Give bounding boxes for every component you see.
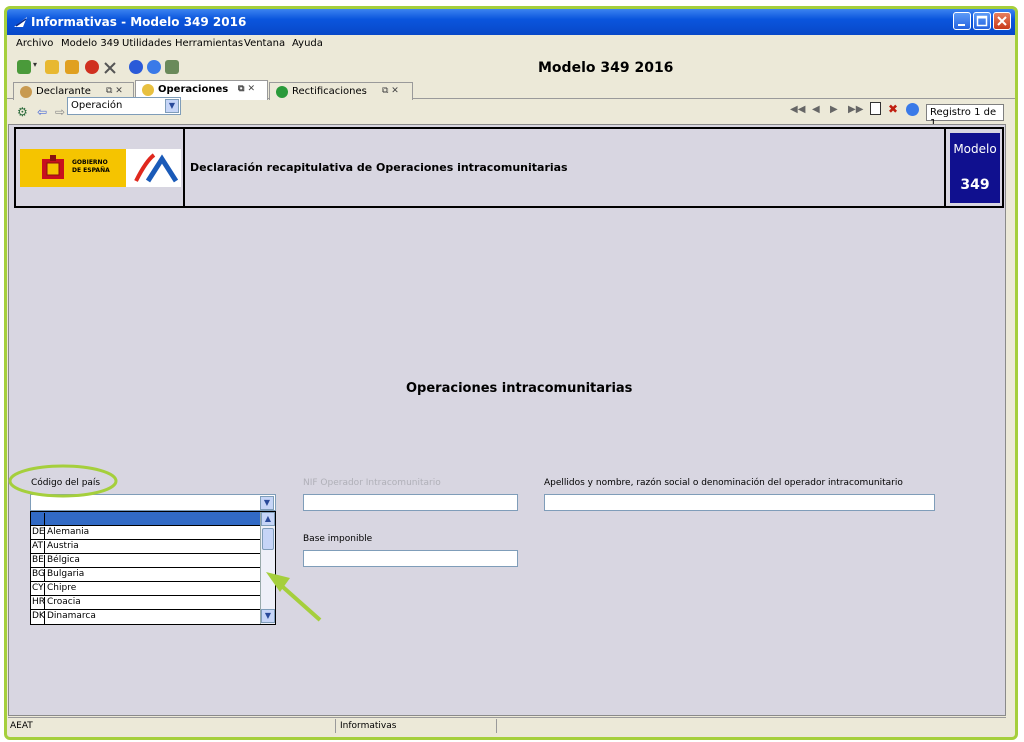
operator-name-label: Apellidos y nombre, razón social o denom… (544, 478, 903, 488)
app-logo-icon (14, 17, 27, 27)
list-item[interactable] (31, 512, 260, 526)
scroll-thumb[interactable] (262, 528, 274, 550)
taxable-base-input[interactable] (303, 550, 518, 567)
list-item[interactable]: BG Bulgaria (31, 568, 260, 582)
minimize-button[interactable] (953, 12, 971, 30)
list-item[interactable]: CY Chipre (31, 582, 260, 596)
help-record-icon[interactable] (906, 103, 919, 116)
government-logo: GOBIERNO DE ESPAÑA (20, 149, 126, 187)
menu-archivo[interactable]: Archivo (16, 38, 53, 49)
agency-logo: GOBIERNO DE ESPAÑA (20, 149, 181, 187)
nif-label: NIF Operador Intracomunitario (303, 478, 441, 488)
save-folder-icon[interactable] (65, 60, 79, 74)
tree-icon[interactable]: ⚙ (17, 105, 31, 119)
minimize-icon (958, 24, 965, 26)
tab-close-icon[interactable]: ⧉ ✕ (382, 86, 399, 96)
menu-bar: Archivo Modelo 349 Utilidades Herramient… (7, 35, 1015, 53)
maximize-button[interactable] (973, 12, 991, 30)
tab-label: Rectificaciones (292, 86, 367, 97)
exit-icon[interactable] (165, 60, 179, 74)
maximize-icon (976, 15, 988, 27)
form-panel (8, 124, 1006, 716)
tab-label: Declarante (36, 86, 91, 97)
scroll-down-icon[interactable]: ▼ (261, 609, 275, 623)
operaciones-icon (142, 84, 154, 96)
last-record-icon[interactable]: ▶▶ (848, 104, 863, 115)
declarante-icon (20, 86, 32, 98)
operation-select[interactable]: Operación ▼ (67, 97, 181, 115)
status-bar: AEAT Informativas (8, 717, 1006, 733)
back-arrow-icon[interactable]: ⇦ (37, 105, 47, 119)
chevron-down-icon[interactable]: ▼ (260, 496, 274, 510)
tab-rectificaciones[interactable]: Rectificaciones ⧉ ✕ (269, 82, 413, 100)
dropdown-arrow-icon[interactable]: ▾ (33, 60, 39, 74)
list-item[interactable]: DK Dinamarca (31, 610, 260, 624)
menu-modelo-349[interactable]: Modelo 349 (61, 38, 119, 49)
menu-ventana[interactable]: Ventana (244, 38, 285, 49)
country-dropdown-list[interactable]: DE Alemania AT Austria BE Bélgica BG Bul… (30, 511, 276, 625)
list-item[interactable]: HR Croacia (31, 596, 260, 610)
info-icon[interactable] (129, 60, 143, 74)
dropdown-scrollbar[interactable]: ▲ ▼ (260, 512, 275, 624)
menu-herramientas[interactable]: Herramientas (175, 38, 243, 49)
menu-ayuda[interactable]: Ayuda (292, 38, 323, 49)
title-bar: Informativas - Modelo 349 2016 (7, 9, 1015, 35)
list-item[interactable]: DE Alemania (31, 526, 260, 540)
tab-label: Operaciones (158, 84, 229, 95)
status-left: AEAT (10, 721, 33, 731)
previous-record-icon[interactable]: ◀ (812, 104, 820, 115)
tab-close-icon[interactable]: ⧉ ✕ (106, 86, 123, 96)
list-item[interactable]: BE Bélgica (31, 554, 260, 568)
operator-name-input[interactable] (544, 494, 935, 511)
aeat-logo-icon (134, 153, 178, 183)
status-divider (496, 719, 497, 733)
rectificaciones-icon (276, 86, 288, 98)
toolbar-model-title: Modelo 349 2016 (538, 60, 674, 76)
close-icon (997, 16, 1007, 26)
model-badge-number: 349 (960, 177, 990, 193)
scroll-up-icon[interactable]: ▲ (261, 512, 275, 526)
open-folder-icon[interactable] (45, 60, 59, 74)
model-badge-label: Modelo (953, 142, 997, 156)
tab-close-icon[interactable]: ⧉ ✕ (238, 84, 255, 94)
delete-record-icon[interactable]: ✖ (888, 102, 898, 116)
status-divider (335, 719, 336, 733)
operation-select-value: Operación (71, 100, 123, 111)
government-logo-text: GOBIERNO DE ESPAÑA (72, 159, 110, 174)
menu-utilidades[interactable]: Utilidades (122, 38, 172, 49)
country-code-select[interactable]: ▼ (30, 494, 276, 511)
logo-area: GOBIERNO DE ESPAÑA (16, 129, 185, 206)
tab-bar: Declarante ⧉ ✕ Operaciones ⧉ ✕ Rectifica… (7, 79, 1015, 100)
form-header: GOBIERNO DE ESPAÑA Declaración recapitul… (14, 127, 1004, 208)
model-badge: Modelo 349 (944, 129, 1002, 206)
model-badge-inner: Modelo 349 (950, 133, 1000, 203)
record-counter: Registro 1 de 1 (926, 104, 1004, 129)
new-record-icon[interactable] (870, 102, 881, 115)
delete-icon[interactable] (85, 60, 99, 74)
list-item[interactable]: AT Austria (31, 540, 260, 554)
help-icon[interactable] (147, 60, 161, 74)
country-code-label: Código del país (31, 478, 101, 488)
first-record-icon[interactable]: ◀◀ (790, 104, 805, 115)
new-icon[interactable] (17, 60, 31, 74)
close-button[interactable] (993, 12, 1011, 30)
chevron-down-icon[interactable]: ▼ (165, 99, 179, 113)
next-record-icon[interactable]: ▶ (830, 104, 838, 115)
section-title: Operaciones intracomunitarias (406, 381, 633, 396)
status-center: Informativas (340, 721, 397, 731)
tools-icon[interactable] (103, 60, 117, 74)
window-title: Informativas - Modelo 349 2016 (31, 15, 247, 29)
nif-input[interactable] (303, 494, 518, 511)
forward-arrow-icon[interactable]: ⇨ (55, 105, 65, 119)
coat-of-arms-icon (42, 155, 64, 179)
taxable-base-label: Base imponible (303, 534, 373, 544)
main-toolbar: ▾ (7, 53, 1015, 77)
form-title: Declaración recapitulativa de Operacione… (190, 161, 568, 174)
